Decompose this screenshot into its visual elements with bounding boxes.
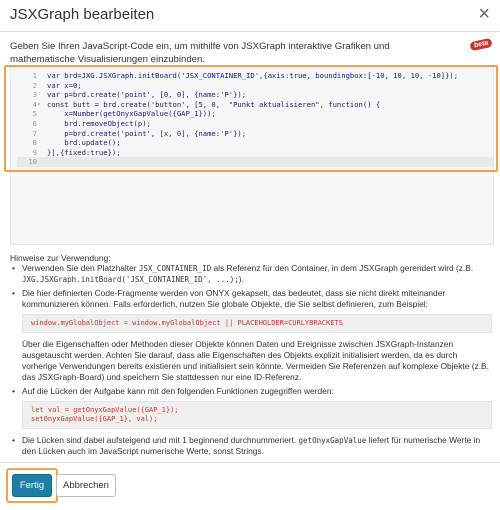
- close-icon[interactable]: ×: [478, 4, 490, 24]
- code-line[interactable]: 4 ▾ const butt = brd.create('button', [5, …: [17, 100, 493, 110]
- code-line[interactable]: 7 p=brd.create('point', [x, 0], {name:'P…: [17, 129, 493, 139]
- code-line[interactable]: 3 var p=brd.create('point', [0, 0], {name…: [17, 90, 493, 100]
- hint-text: ).: [238, 274, 244, 284]
- line-number: 5: [32, 109, 37, 119]
- line-number: 9: [32, 147, 37, 157]
- hint-item-numbering: Die Lücken sind dabei aufsteigend und mi…: [12, 435, 492, 457]
- hint-code: getOnyxGapValue: [298, 436, 367, 445]
- code-line[interactable]: 5 x=Number(getOnyxGapValue({GAP_1}));: [17, 109, 493, 119]
- code-lines[interactable]: 1 var brd=JXG.JSXGraph.initBoard('JSX_CON…: [17, 71, 493, 167]
- code-example-gap: let val = getOnyxGapValue({GAP_1}); setO…: [22, 401, 492, 429]
- code-line[interactable]: 1 var brd=JXG.JSXGraph.initBoard('JSX_CON…: [17, 71, 493, 81]
- hint-text: Verwenden Sie den Platzhalter: [22, 263, 139, 273]
- jsxgraph-dialog: JSXGraph bearbeiten × Geben Sie Ihren Ja…: [0, 0, 500, 510]
- hints-title: Hinweise zur Verwendung:: [10, 253, 111, 263]
- dialog-header: JSXGraph bearbeiten ×: [0, 0, 500, 32]
- code-example-global: window.myGlobalObject = window.myGlobalO…: [22, 314, 492, 333]
- line-number: 10: [28, 157, 37, 167]
- hint-item-gap-functions: Auf die Lücken der Aufgabe kann mit den …: [12, 386, 492, 397]
- hint-text: als Referenz für den Container, in dem J…: [211, 263, 474, 273]
- code-text: brd.removeObject(p);: [47, 118, 151, 128]
- footer-divider: [0, 462, 500, 463]
- line-number: 4: [32, 99, 37, 109]
- hint-code: JXG.JSXGraph.initBoard('JSX_CONTAINER_ID…: [22, 275, 239, 284]
- code-text: p=brd.create('point', [x, 0], {name:'P'}…: [47, 128, 247, 138]
- code-text: x=Number(getOnyxGapValue({GAP_1}));: [47, 109, 216, 119]
- line-number: 1: [32, 71, 37, 80]
- code-line[interactable]: 2 var x=0;: [17, 81, 493, 91]
- code-editor[interactable]: 1 var brd=JXG.JSXGraph.initBoard('JSX_CON…: [10, 65, 494, 245]
- code-text: var x=0;: [47, 80, 82, 90]
- code-text: }],{fixed:true});: [47, 147, 121, 157]
- code-line[interactable]: 9 }],{fixed:true});: [17, 148, 493, 158]
- intro-text: Geben Sie Ihren JavaScript-Code ein, um …: [10, 41, 390, 65]
- code-line[interactable]: 8 brd.update();: [17, 138, 493, 148]
- hints-list: Verwenden Sie den Platzhalter JSX_CONTAI…: [12, 263, 492, 460]
- fold-arrow-icon[interactable]: ▾: [37, 100, 41, 110]
- code-line[interactable]: 6 brd.removeObject(p);: [17, 119, 493, 129]
- hint-code: JSX_CONTAINER_ID: [138, 264, 212, 273]
- line-number: 2: [32, 80, 37, 90]
- dialog-title: JSXGraph bearbeiten: [10, 6, 155, 23]
- cancel-button[interactable]: Abbrechen: [56, 474, 116, 497]
- line-number: 7: [32, 128, 37, 138]
- hint-paragraph-properties: Über die Eigenschaften oder Methoden die…: [22, 339, 489, 382]
- line-number: 3: [32, 90, 37, 100]
- hint-item-placeholder: Verwenden Sie den Platzhalter JSX_CONTAI…: [12, 263, 492, 285]
- beta-badge: beta: [469, 37, 494, 52]
- line-number: 8: [32, 138, 37, 148]
- code-text: var brd=JXG.JSXGraph.initBoard('JSX_CONT…: [47, 71, 459, 80]
- line-number: 6: [32, 118, 37, 128]
- code-text: const butt = brd.create('button', [5, 0,…: [47, 99, 381, 109]
- code-text: brd.update();: [47, 138, 121, 148]
- code-line[interactable]: 10: [17, 157, 493, 167]
- hint-item-encapsulation: Die hier definierten Code-Fragmente werd…: [12, 288, 492, 310]
- code-text: var p=brd.create('point', [0, 0], {name:…: [47, 90, 247, 100]
- done-button[interactable]: Fertig: [12, 474, 52, 497]
- hint-text: Die Lücken sind dabei aufsteigend und mi…: [22, 435, 299, 445]
